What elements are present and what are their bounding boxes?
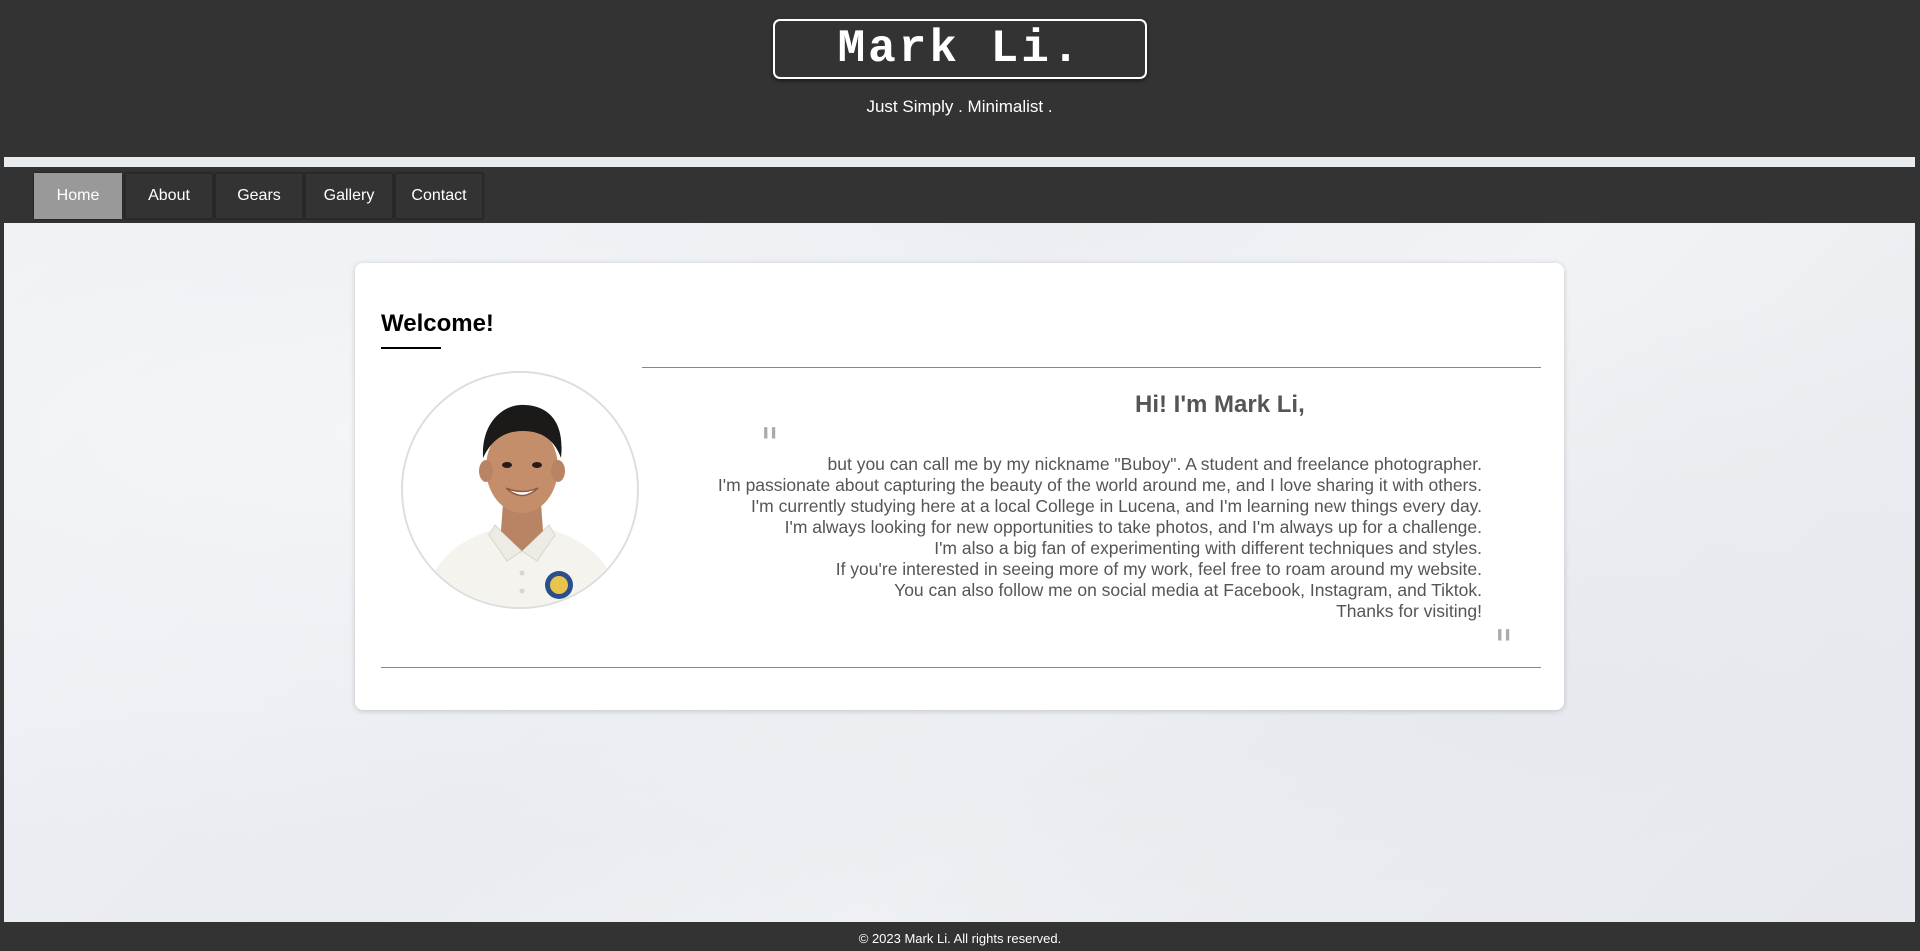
nav-home[interactable]: Home [34,173,122,219]
bio-line: I'm also a big fan of experimenting with… [934,538,1482,558]
bio-line: Thanks for visiting! [1336,601,1482,621]
bio-line: but you can call me by my nickname "Bubo… [827,454,1483,474]
nav-gallery[interactable]: Gallery [305,173,393,219]
welcome-heading: Welcome! [381,310,494,337]
greeting-title: Hi! I'm Mark Li, [1135,391,1305,418]
bio-line: I'm passionate about capturing the beaut… [717,475,1482,495]
bio-line: You can also follow me on social media a… [894,580,1482,600]
site-footer: © 2023 Mark Li. All rights reserved. [0,922,1920,951]
main-nav: Home About Gears Gallery Contact [4,167,1915,223]
site-header: Mark Li. Just Simply . Minimalist . [4,0,1915,157]
bio-line: If you're interested in seeing more of m… [835,559,1482,579]
bio-line: I'm currently studying here at a local C… [750,496,1482,516]
bio-text: but you can call me by my nickname "Bubo… [602,454,1482,622]
nav-gears[interactable]: Gears [215,173,303,219]
top-divider [642,367,1541,368]
copyright-text: © 2023 Mark Li. All rights reserved. [858,931,1062,946]
site-logo[interactable]: Mark Li. [773,19,1147,79]
page-frame: Mark Li. Just Simply . Minimalist . Home… [4,0,1915,951]
nav-contact[interactable]: Contact [395,173,483,219]
main-content: Welcome! Hi! I'm Mark Li, " but you can … [4,223,1915,922]
close-quote-icon: " [1494,621,1514,670]
nav-about[interactable]: About [125,173,213,219]
header-divider [4,157,1915,167]
heading-underline [381,347,441,349]
logo-text: Mark Li. [837,23,1083,75]
bio-line: I'm always looking for new opportunities… [784,517,1482,537]
site-tagline: Just Simply . Minimalist . [866,97,1053,116]
welcome-card: Welcome! Hi! I'm Mark Li, " but you can … [355,263,1564,710]
bottom-divider [381,667,1541,668]
